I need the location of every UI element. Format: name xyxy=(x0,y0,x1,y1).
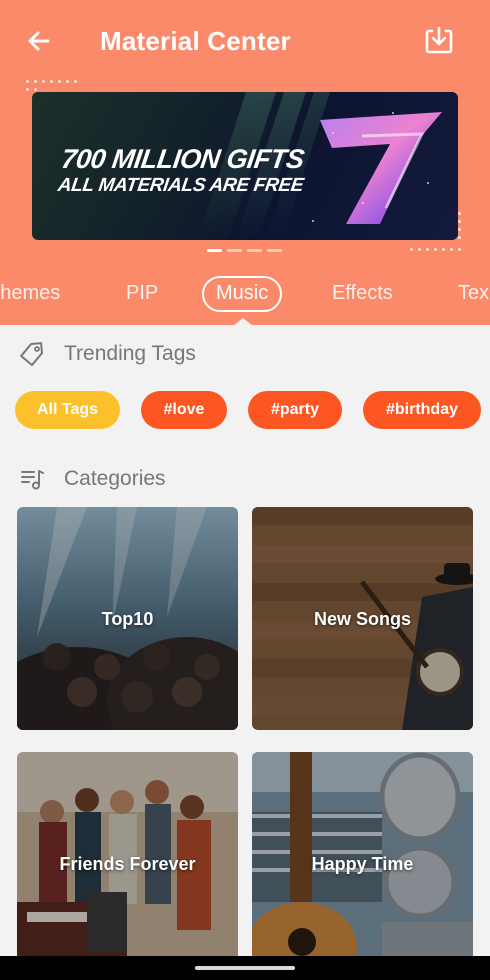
banner-pager xyxy=(207,249,282,252)
chip-birthday[interactable]: #birthday xyxy=(363,391,481,429)
tab-pip[interactable]: PIP xyxy=(126,274,158,312)
trending-tags-header: Trending Tags xyxy=(18,339,196,369)
pager-dot xyxy=(247,249,262,252)
chip-all-tags[interactable]: All Tags xyxy=(15,391,120,429)
trending-tags-title: Trending Tags xyxy=(64,342,196,365)
home-indicator[interactable] xyxy=(195,966,295,970)
banner-text: 700 MILLION GIFTS ALL MATERIALS ARE FREE xyxy=(56,144,309,198)
arrow-left-icon xyxy=(28,31,50,51)
header: Material Center 700 MILLION GIFTS ALL MA… xyxy=(0,0,490,325)
pager-dot xyxy=(227,249,242,252)
big-seven-graphic xyxy=(320,112,442,224)
tag-icon xyxy=(18,340,46,368)
top-bar: Material Center xyxy=(0,0,490,80)
category-label: Top10 xyxy=(101,609,154,629)
sparkle xyxy=(362,202,364,204)
decor-dots-top xyxy=(26,80,86,92)
categories-header: Categories xyxy=(18,464,166,494)
category-card-friends-forever[interactable]: Friends Forever xyxy=(17,752,238,975)
banner-subline: ALL MATERIALS ARE FREE xyxy=(56,175,305,196)
chip-love[interactable]: #love xyxy=(141,391,227,429)
tag-chips: All Tags #love #party #birthday xyxy=(15,391,485,431)
page-title: Material Center xyxy=(100,26,291,56)
category-label: Happy Time xyxy=(311,854,414,874)
download-button[interactable] xyxy=(420,22,458,60)
pager-dot xyxy=(207,249,222,252)
system-nav-bar xyxy=(0,956,490,980)
tab-music[interactable]: Music xyxy=(202,276,283,312)
sparkle xyxy=(427,182,429,184)
category-card-happy-time[interactable]: Happy Time xyxy=(252,752,473,975)
chip-party[interactable]: #party xyxy=(248,391,342,429)
categories-title: Categories xyxy=(64,467,166,490)
back-button[interactable] xyxy=(22,24,56,58)
download-tray-icon xyxy=(425,26,453,54)
tab-text[interactable]: Tex xyxy=(458,274,489,312)
sparkle xyxy=(332,132,334,134)
banner-headline: 700 MILLION GIFTS xyxy=(59,144,306,174)
music-list-icon xyxy=(18,465,46,493)
category-label: New Songs xyxy=(313,609,411,629)
sparkle xyxy=(312,220,314,222)
active-tab-pointer xyxy=(233,318,253,326)
category-card-new-songs[interactable]: New Songs xyxy=(252,507,473,730)
category-label: Friends Forever xyxy=(59,854,196,874)
pager-dot xyxy=(267,249,282,252)
tab-themes[interactable]: Themes xyxy=(0,274,60,312)
category-card-top10[interactable]: Top10 xyxy=(17,507,238,730)
sparkle xyxy=(392,112,394,114)
promo-banner[interactable]: 700 MILLION GIFTS ALL MATERIALS ARE FREE xyxy=(32,92,458,240)
tab-effects[interactable]: Effects xyxy=(332,274,393,312)
category-tabs: Themes PIP Music Effects Tex xyxy=(0,274,490,314)
